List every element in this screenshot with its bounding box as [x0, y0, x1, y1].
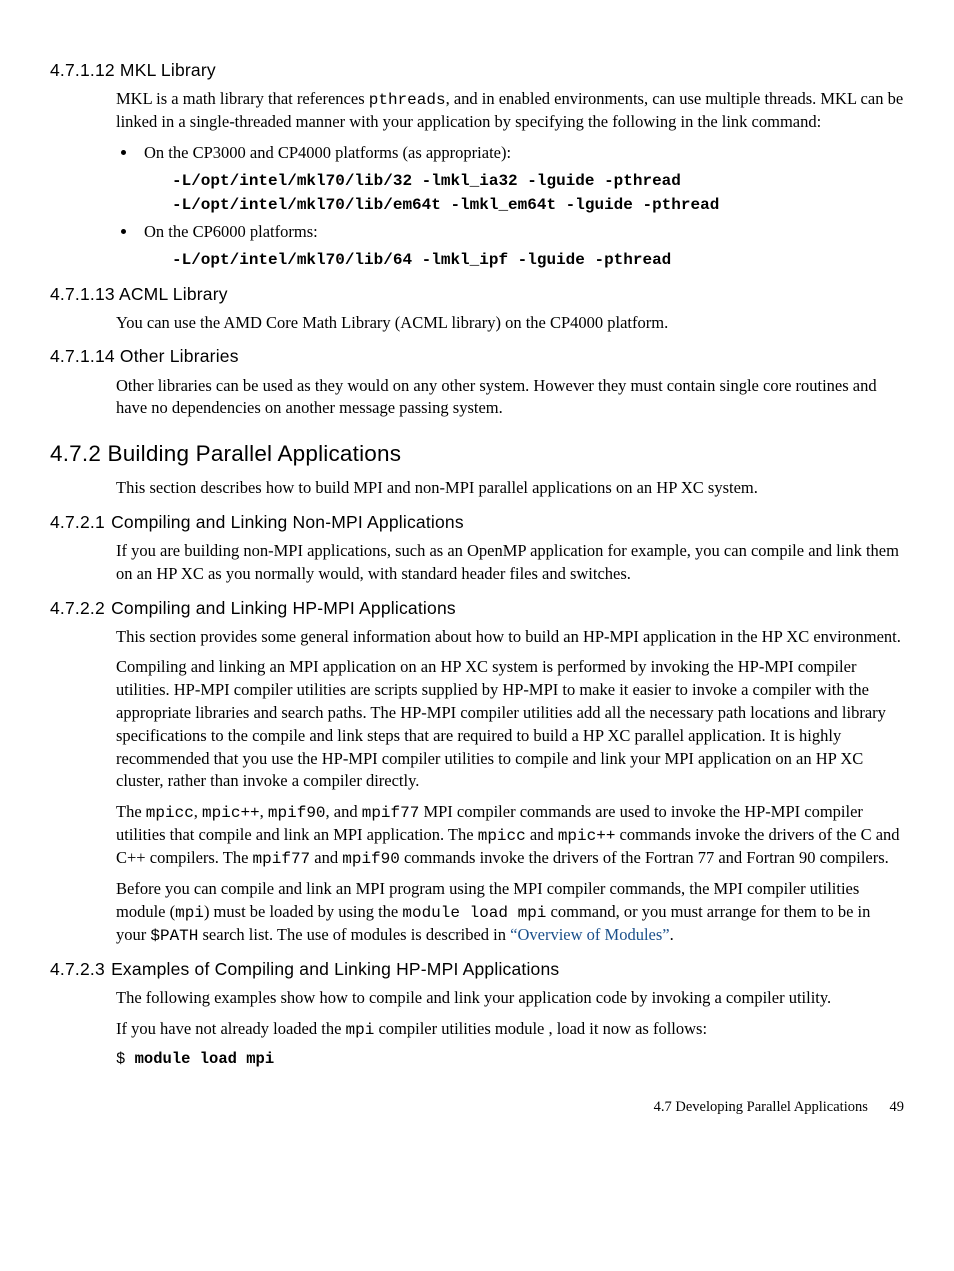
- link-overview-of-modules[interactable]: “Overview of Modules”: [510, 925, 669, 944]
- heading-text: Other Libraries: [120, 346, 239, 366]
- heading-other-libraries: 4.7.1.14 Other Libraries: [50, 344, 904, 368]
- inline-code: mpif90: [268, 804, 326, 822]
- heading-examples-compiling-hp-mpi: 4.7.2.3 Examples of Compiling and Linkin…: [50, 957, 904, 981]
- list-item-text: On the CP6000 platforms:: [144, 222, 318, 241]
- paragraph: If you have not already loaded the mpi c…: [116, 1018, 904, 1041]
- heading-number: 4.7.1.14: [50, 344, 115, 368]
- inline-code: mpif77: [362, 804, 420, 822]
- heading-compiling-non-mpi: 4.7.2.1 Compiling and Linking Non-MPI Ap…: [50, 510, 904, 534]
- heading-text: Building Parallel Applications: [108, 441, 402, 466]
- inline-code: mpi: [346, 1021, 375, 1039]
- heading-number: 4.7.2.1: [50, 510, 106, 534]
- heading-number: 4.7.1.13: [50, 282, 115, 306]
- heading-text: Examples of Compiling and Linking HP-MPI…: [111, 959, 559, 979]
- inline-code: mpicc: [146, 804, 194, 822]
- list-item: On the CP6000 platforms: -L/opt/intel/mk…: [138, 221, 904, 272]
- inline-code: $PATH: [150, 927, 198, 945]
- inline-code: mpic++: [202, 804, 260, 822]
- code-line: -L/opt/intel/mkl70/lib/64 -lmkl_ipf -lgu…: [172, 248, 904, 272]
- inline-code: mpicc: [478, 827, 526, 845]
- inline-code: mpic++: [558, 827, 616, 845]
- footer-section-title: 4.7 Developing Parallel Applications: [654, 1099, 868, 1115]
- inline-code: mpif77: [253, 850, 311, 868]
- heading-number: 4.7.2.3: [50, 957, 106, 981]
- paragraph: This section describes how to build MPI …: [116, 477, 904, 500]
- heading-acml-library: 4.7.1.13 ACML Library: [50, 282, 904, 306]
- list-item: On the CP3000 and CP4000 platforms (as a…: [138, 142, 904, 217]
- bullet-list: On the CP3000 and CP4000 platforms (as a…: [116, 142, 904, 272]
- heading-compiling-hp-mpi: 4.7.2.2 Compiling and Linking HP-MPI App…: [50, 596, 904, 620]
- shell-input: module load mpi: [135, 1050, 275, 1068]
- paragraph: MKL is a math library that references pt…: [116, 88, 904, 134]
- heading-text: MKL Library: [120, 60, 216, 80]
- heading-number: 4.7.2: [50, 438, 101, 469]
- inline-code: mpif90: [342, 850, 400, 868]
- heading-text: Compiling and Linking Non-MPI Applicatio…: [111, 512, 464, 532]
- paragraph: This section provides some general infor…: [116, 626, 904, 649]
- page-number: 49: [890, 1099, 905, 1115]
- heading-text: Compiling and Linking HP-MPI Application…: [111, 598, 456, 618]
- code-line: -L/opt/intel/mkl70/lib/em64t -lmkl_em64t…: [172, 193, 904, 217]
- paragraph: You can use the AMD Core Math Library (A…: [116, 312, 904, 335]
- inline-code: module load mpi: [402, 904, 546, 922]
- page-footer: 4.7 Developing Parallel Applications 49: [50, 1097, 904, 1117]
- paragraph: If you are building non-MPI applications…: [116, 540, 904, 586]
- list-item-text: On the CP3000 and CP4000 platforms (as a…: [144, 143, 511, 162]
- heading-number: 4.7.1.12: [50, 58, 115, 82]
- shell-command: $ module load mpi: [116, 1049, 904, 1070]
- heading-text: ACML Library: [119, 284, 228, 304]
- paragraph: Compiling and linking an MPI application…: [116, 656, 904, 793]
- inline-code: pthreads: [369, 91, 446, 109]
- heading-building-parallel-applications: 4.7.2 Building Parallel Applications: [50, 438, 904, 469]
- paragraph: The mpicc, mpic++, mpif90, and mpif77 MP…: [116, 801, 904, 870]
- shell-prompt: $: [116, 1050, 135, 1068]
- paragraph: Before you can compile and link an MPI p…: [116, 878, 904, 947]
- heading-number: 4.7.2.2: [50, 596, 106, 620]
- heading-mkl-library: 4.7.1.12 MKL Library: [50, 58, 904, 82]
- paragraph: The following examples show how to compi…: [116, 987, 904, 1010]
- inline-code: mpi: [175, 904, 204, 922]
- paragraph: Other libraries can be used as they woul…: [116, 375, 904, 421]
- code-line: -L/opt/intel/mkl70/lib/32 -lmkl_ia32 -lg…: [172, 169, 904, 193]
